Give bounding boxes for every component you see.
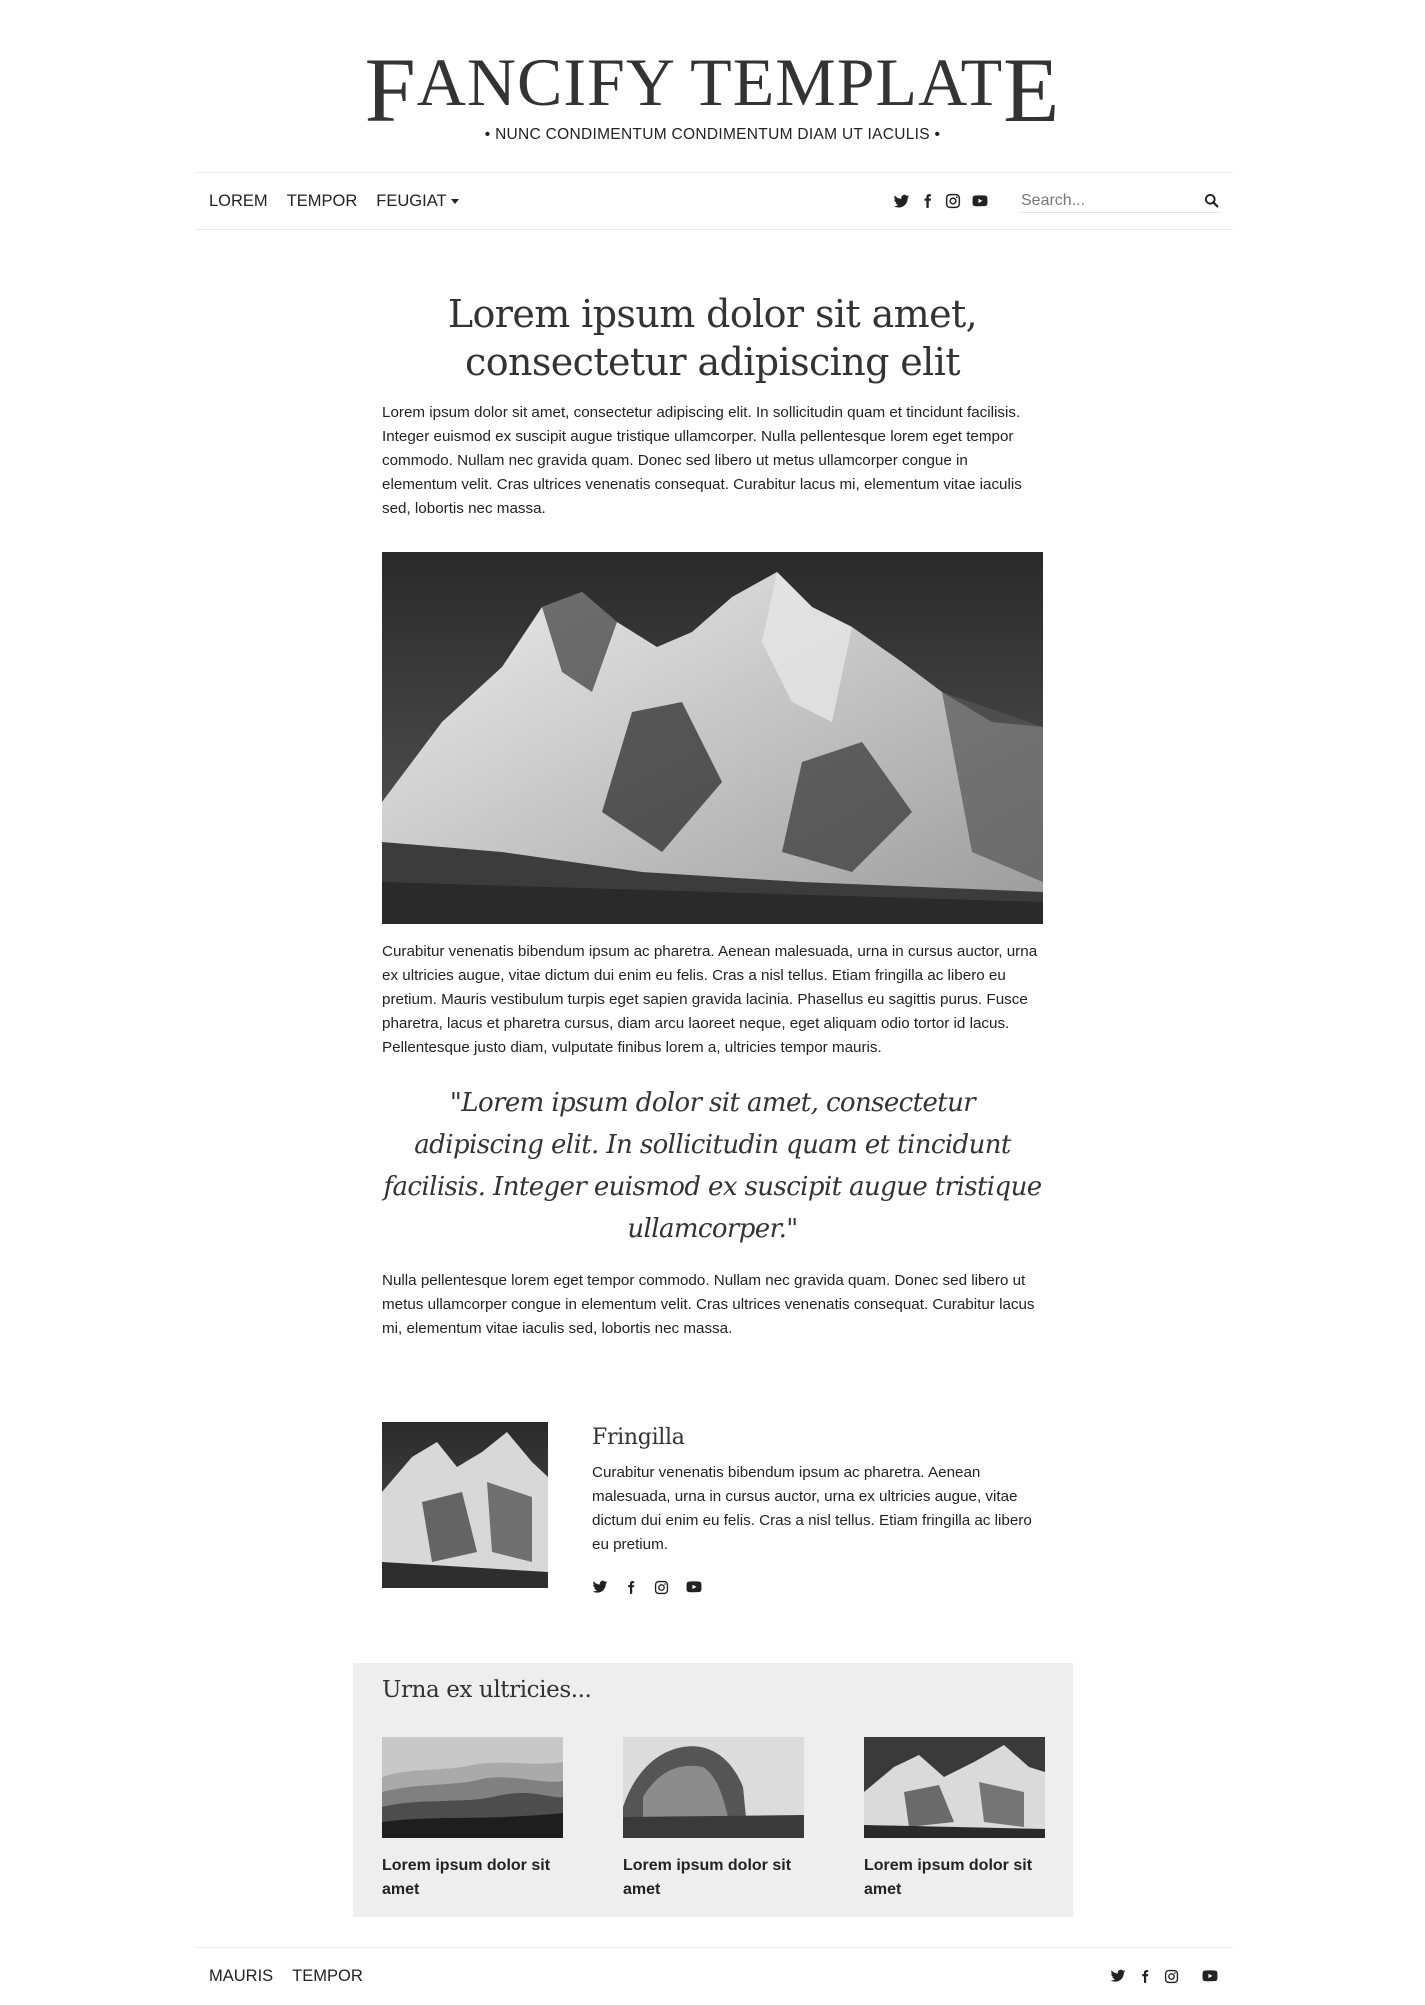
logo-final: E	[1003, 39, 1061, 141]
related-card-image	[864, 1737, 1045, 1838]
nav-item-tempor[interactable]: TEMPOR	[287, 192, 358, 211]
facebook-icon[interactable]	[920, 193, 935, 209]
pull-quote: "Lorem ipsum dolor sit amet, consectetur…	[383, 1088, 1043, 1244]
nav-item-lorem[interactable]: LOREM	[209, 192, 268, 211]
caret-down-icon	[450, 198, 459, 204]
twitter-icon[interactable]	[1110, 1968, 1126, 1984]
related-card-image	[382, 1737, 563, 1838]
twitter-icon[interactable]	[893, 193, 910, 210]
search-box	[1021, 189, 1219, 213]
related-card[interactable]: Lorem ipsum dolor sit amet	[864, 1737, 1045, 1902]
article-title: Lorem ipsum dolor sit amet, consectetur …	[447, 292, 978, 384]
related-card-title[interactable]: Lorem ipsum dolor sit amet	[382, 1854, 563, 1902]
logo-text: ANCIFY TEMPLAT	[416, 44, 1004, 120]
nav-social-links	[893, 193, 999, 210]
article-paragraph: Curabitur venenatis bibendum ipsum ac ph…	[382, 943, 1038, 1056]
footer-item-tempor[interactable]: TEMPOR	[292, 1967, 363, 1986]
author-avatar-image	[382, 1422, 548, 1588]
youtube-icon[interactable]	[1201, 1968, 1219, 1984]
article-paragraph: Nulla pellentesque lorem eget tempor com…	[382, 1272, 1035, 1337]
search-input[interactable]	[1021, 191, 1191, 210]
footer-item-mauris[interactable]: MAURIS	[209, 1967, 273, 1986]
article: Lorem ipsum dolor sit amet, consectetur …	[382, 290, 1043, 1341]
site-logo[interactable]: FANCIFY TEMPLATE	[0, 44, 1425, 136]
youtube-icon[interactable]	[685, 1579, 703, 1595]
instagram-icon[interactable]	[945, 193, 961, 209]
related-card-title[interactable]: Lorem ipsum dolor sit amet	[864, 1854, 1045, 1902]
main-nav: LOREM TEMPOR FEUGIAT	[195, 172, 1233, 230]
author-social-links	[592, 1579, 1043, 1595]
site-tagline: • NUNC CONDIMENTUM CONDIMENTUM DIAM UT I…	[484, 126, 941, 143]
author-box: Fringilla Curabitur venenatis bibendum i…	[382, 1422, 1043, 1592]
twitter-icon[interactable]	[592, 1579, 608, 1595]
masthead: FANCIFY TEMPLATE • NUNC CONDIMENTUM COND…	[0, 44, 1425, 144]
related-card[interactable]: Lorem ipsum dolor sit amet	[623, 1737, 804, 1902]
author-bio: Curabitur venenatis bibendum ipsum ac ph…	[592, 1464, 1032, 1553]
hero-mountain-image	[382, 552, 1043, 924]
logo-initial: F	[364, 39, 417, 141]
youtube-icon[interactable]	[971, 193, 989, 209]
footer-social-links	[1098, 1948, 1219, 2004]
instagram-icon[interactable]	[654, 1580, 669, 1595]
footer: MAURIS TEMPOR	[195, 1947, 1233, 2003]
related-title: Urna ex ultricies...	[382, 1677, 592, 1703]
related-card-title[interactable]: Lorem ipsum dolor sit amet	[623, 1854, 804, 1902]
related-card-image	[623, 1737, 804, 1838]
nav-item-feugiat-dropdown[interactable]: FEUGIAT	[376, 192, 459, 211]
related-card[interactable]: Lorem ipsum dolor sit amet	[382, 1737, 563, 1902]
article-paragraph: Lorem ipsum dolor sit amet, consectetur …	[382, 404, 1022, 517]
instagram-icon[interactable]	[1164, 1969, 1179, 1984]
facebook-icon[interactable]	[1138, 1969, 1152, 1984]
author-name: Fringilla	[592, 1425, 685, 1450]
search-icon[interactable]	[1204, 193, 1219, 213]
related-posts: Urna ex ultricies... Lorem ipsum dolor s…	[353, 1663, 1073, 1917]
facebook-icon[interactable]	[624, 1580, 638, 1595]
